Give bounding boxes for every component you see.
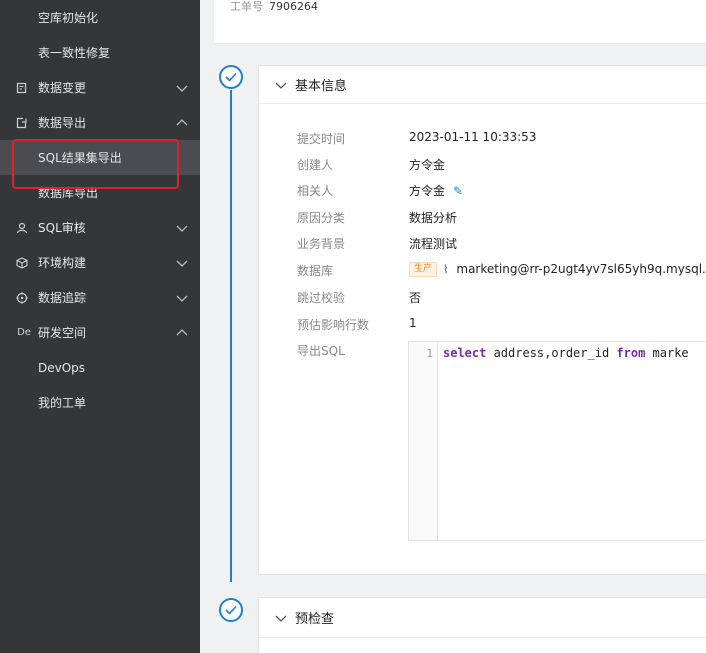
ticket-number-value: 7906264 — [269, 0, 318, 13]
sidebar-item-data-export[interactable]: 数据导出 — [0, 105, 200, 140]
field-label: 跳过校验 — [297, 291, 346, 305]
sidebar-item-label: 数据导出 — [38, 116, 87, 130]
mysql-dolphin-icon: ⌇ — [443, 263, 449, 276]
sql-keyword: from — [616, 346, 646, 360]
field-value: 2023-01-11 10:33:53 — [409, 130, 537, 144]
sidebar-item-label: 空库初始化 — [38, 11, 99, 25]
ticket-number: 工单号 7906264 — [230, 0, 318, 14]
chevron-down-icon — [176, 295, 188, 302]
chevron-down-icon — [176, 225, 188, 232]
step-done-check-icon — [219, 65, 243, 89]
sidebar-item-label: DevOps — [38, 360, 86, 375]
target-icon — [16, 291, 28, 304]
field-label: 提交时间 — [297, 132, 346, 146]
field-label: 数据库 — [297, 264, 334, 278]
sql-keyword: select — [443, 346, 487, 360]
field-label: 导出SQL — [297, 344, 345, 358]
pencil-edit-icon[interactable]: ✎ — [453, 184, 463, 198]
sql-text: address,order_id — [486, 346, 617, 360]
field-value: 否 — [409, 291, 422, 305]
edit-doc-icon — [16, 82, 28, 94]
chevron-down-icon — [275, 82, 287, 89]
field-label: 业务背景 — [297, 237, 346, 251]
field-value: 方令金 — [409, 184, 446, 198]
code-gutter: 1 — [409, 342, 438, 540]
sidebar-item-label: 环境构建 — [38, 256, 87, 270]
chevron-down-icon — [176, 260, 188, 267]
sidebar-item-label: 表一致性修复 — [38, 46, 111, 60]
field-value: 方令金 — [409, 158, 446, 172]
sql-code-editor[interactable]: 1 select address,order_id from marke — [408, 341, 706, 541]
ticket-number-label: 工单号 — [230, 0, 263, 13]
sidebar-item-data-change[interactable]: 数据变更 — [0, 70, 200, 105]
sidebar-item-env-build[interactable]: 环境构建 — [0, 245, 200, 280]
field-value[interactable]: marketing@rr-p2ugt4yv7sl65yh9q.mysql.rds… — [456, 262, 706, 276]
sidebar-item-label: 数据追踪 — [38, 291, 87, 305]
chevron-down-icon — [176, 85, 188, 92]
basic-info-card: 基本信息 提交时间 2023-01-11 10:33:53 创建人 方令金 相关… — [258, 65, 706, 575]
step-done-check-icon — [219, 598, 243, 622]
user-icon — [16, 222, 28, 234]
field-value: 流程测试 — [409, 237, 458, 251]
highlight-annotation-box — [12, 139, 179, 189]
cube-icon — [16, 256, 28, 269]
timeline-line — [230, 90, 232, 582]
field-label: 创建人 — [297, 158, 334, 172]
sidebar-item-table-consistency-repair[interactable]: 表一致性修复 — [0, 35, 200, 70]
chevron-up-icon — [176, 328, 188, 335]
sidebar-item-devops[interactable]: DevOps — [0, 350, 200, 385]
export-icon — [16, 117, 28, 129]
field-value: 1 — [409, 316, 417, 330]
sidebar-item-sql-review[interactable]: SQL审核 — [0, 210, 200, 245]
sidebar-item-label: 数据变更 — [38, 81, 87, 95]
chevron-down-icon — [275, 615, 287, 622]
field-label: 相关人 — [297, 184, 334, 198]
line-number: 1 — [426, 347, 433, 360]
sidebar-item-empty-db-init[interactable]: 空库初始化 — [0, 0, 200, 35]
sidebar-item-label: 我的工单 — [38, 396, 87, 410]
precheck-card: 预检查 — [258, 597, 706, 653]
basic-info-title: 基本信息 — [295, 79, 348, 94]
de-icon: De — [17, 327, 31, 338]
sidebar-item-label: 研发空间 — [38, 326, 87, 340]
sql-text: marke — [645, 346, 689, 360]
sidebar-item-dev-space[interactable]: De 研发空间 — [0, 315, 200, 350]
basic-info-header[interactable]: 基本信息 — [259, 66, 706, 104]
sidebar-item-data-trace[interactable]: 数据追踪 — [0, 280, 200, 315]
sidebar: 空库初始化 表一致性修复 数据变更 数据导出 SQL结果集导出 数据库导出 SQ… — [0, 0, 200, 653]
precheck-title: 预检查 — [295, 612, 335, 627]
precheck-header[interactable]: 预检查 — [259, 598, 706, 638]
sidebar-item-label: SQL审核 — [38, 221, 86, 235]
sidebar-item-my-tickets[interactable]: 我的工单 — [0, 385, 200, 420]
chevron-up-icon — [176, 118, 188, 125]
field-label: 原因分类 — [297, 211, 346, 225]
field-label: 预估影响行数 — [297, 318, 370, 332]
env-tag-production: 生产 — [409, 262, 438, 277]
sql-line: select address,order_id from marke — [443, 346, 689, 360]
ticket-header-card: 工单号 7906264 — [214, 0, 706, 44]
field-value: 数据分析 — [409, 211, 458, 225]
